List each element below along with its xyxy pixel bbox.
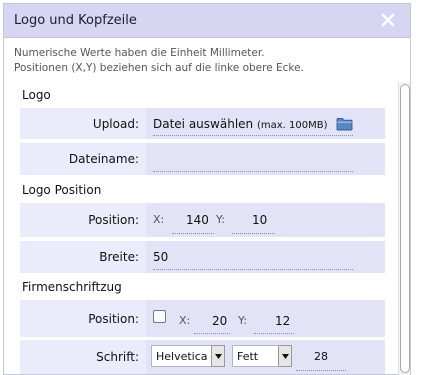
logo-y-input[interactable]: 10 — [252, 213, 267, 227]
company-position-row: Position: X: 20 Y: 12 — [20, 300, 385, 337]
company-x-underline — [194, 333, 230, 334]
logo-header-dialog: Logo und Kopfzeile Numerische Werte habe… — [3, 3, 411, 375]
company-position-field: X: 20 Y: 12 — [146, 300, 385, 337]
logo-width-row: Breite: 50 — [20, 241, 385, 273]
company-font-label: Schrift: — [96, 350, 139, 364]
logo-width-label: Breite: — [99, 250, 139, 264]
units-hint: Numerische Werte haben die Einheit Milli… — [4, 38, 410, 76]
font-family-select[interactable]: Helvetica — [151, 345, 225, 367]
font-size-input[interactable]: 28 — [314, 350, 328, 363]
file-select-label: Datei auswählen — [153, 116, 254, 131]
dialog-titlebar: Logo und Kopfzeile — [4, 4, 410, 38]
font-weight-dropdown-button[interactable] — [278, 345, 292, 367]
upload-field: Datei auswählen (max. 100MB) — [146, 108, 385, 139]
upload-underline — [153, 135, 353, 136]
logo-width-field: 50 — [146, 241, 385, 273]
logo-position-row: Position: X: 140 Y: 10 — [20, 203, 385, 237]
filename-row: Dateiname: — [20, 143, 385, 175]
font-weight-value: Fett — [237, 349, 259, 363]
close-icon — [381, 13, 395, 27]
filename-underline — [153, 171, 353, 172]
font-size-underline — [296, 370, 346, 371]
company-y-label: Y: — [238, 314, 247, 327]
chevron-down-icon — [281, 353, 289, 359]
logo-y-underline — [232, 233, 275, 234]
close-button[interactable] — [380, 12, 396, 28]
logo-width-underline — [153, 269, 353, 270]
file-size-limit: (max. 100MB) — [256, 119, 328, 131]
logo-position-field: X: 140 Y: 10 — [146, 203, 385, 237]
folder-icon — [336, 118, 353, 131]
logo-position-label: Position: — [88, 213, 139, 227]
company-position-label: Position: — [88, 311, 139, 326]
company-font-row: Schrift: Helvetica Fett 28 — [20, 340, 385, 374]
hint-line-units: Numerische Werte haben die Einheit Milli… — [14, 47, 265, 59]
vertical-scrollbar[interactable] — [398, 82, 410, 375]
company-y-underline — [254, 333, 294, 334]
filename-input[interactable] — [146, 143, 385, 175]
dialog-title: Logo und Kopfzeile — [14, 13, 137, 28]
logo-x-underline — [172, 233, 214, 234]
logo-x-label: X: — [153, 213, 165, 226]
font-family-value: Helvetica — [156, 349, 208, 363]
section-title-logo: Logo — [22, 88, 51, 102]
upload-row: Upload: Datei auswählen (max. 100MB) — [20, 108, 385, 139]
folder-button[interactable] — [336, 117, 353, 131]
logo-y-label: Y: — [216, 213, 225, 226]
logo-x-input[interactable]: 140 — [186, 213, 209, 227]
section-title-company-name: Firmenschriftzug — [22, 280, 122, 294]
file-select-button[interactable]: Datei auswählen (max. 100MB) — [153, 117, 328, 131]
company-x-label: X: — [179, 314, 191, 327]
hint-line-positions: Positionen (X,Y) beziehen sich auf die l… — [14, 62, 304, 74]
logo-width-input[interactable]: 50 — [153, 250, 168, 264]
chevron-down-icon — [214, 353, 222, 359]
section-title-logo-position: Logo Position — [22, 183, 102, 197]
company-y-input[interactable]: 12 — [275, 314, 290, 328]
font-family-dropdown-button[interactable] — [211, 345, 225, 367]
company-position-checkbox[interactable] — [153, 310, 166, 323]
scrollbar-thumb[interactable] — [400, 84, 410, 373]
company-font-field: Helvetica Fett 28 — [146, 340, 385, 374]
upload-label: Upload: — [92, 116, 139, 131]
filename-label: Dateiname: — [68, 152, 139, 166]
font-weight-select[interactable]: Fett — [232, 345, 292, 367]
company-x-input[interactable]: 20 — [212, 314, 227, 328]
